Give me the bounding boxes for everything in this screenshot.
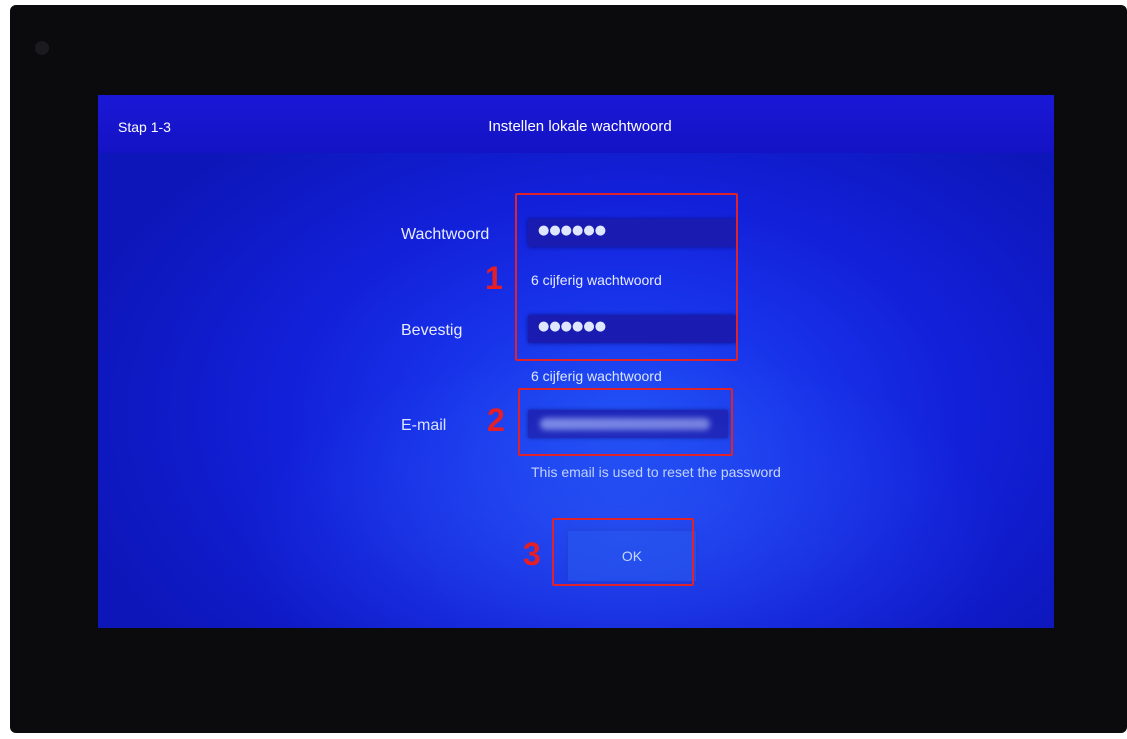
annotation-box-1 [515, 193, 738, 361]
email-label: E-mail [401, 417, 447, 434]
annotation-number-3: 3 [523, 536, 541, 572]
title-bar: Stap 1-3 Instellen lokale wachtwoord [98, 95, 1054, 153]
camera-dot [35, 41, 49, 55]
device-bezel: Stap 1-3 Instellen lokale wachtwoord Wac… [10, 5, 1127, 733]
confirm-label: Bevestig [401, 322, 463, 339]
password-label: Wachtwoord [401, 226, 490, 243]
annotation-box-2 [518, 388, 733, 456]
page-title: Instellen lokale wachtwoord [98, 118, 1054, 135]
annotation-box-3 [552, 518, 694, 586]
email-hint: This email is used to reset the password [531, 464, 781, 480]
annotation-number-1: 1 [485, 260, 503, 296]
confirm-hint: 6 cijferig wachtwoord [531, 368, 662, 384]
page-title-text: Instellen lokale wachtwoord [488, 118, 672, 135]
annotation-number-2: 2 [487, 402, 505, 438]
